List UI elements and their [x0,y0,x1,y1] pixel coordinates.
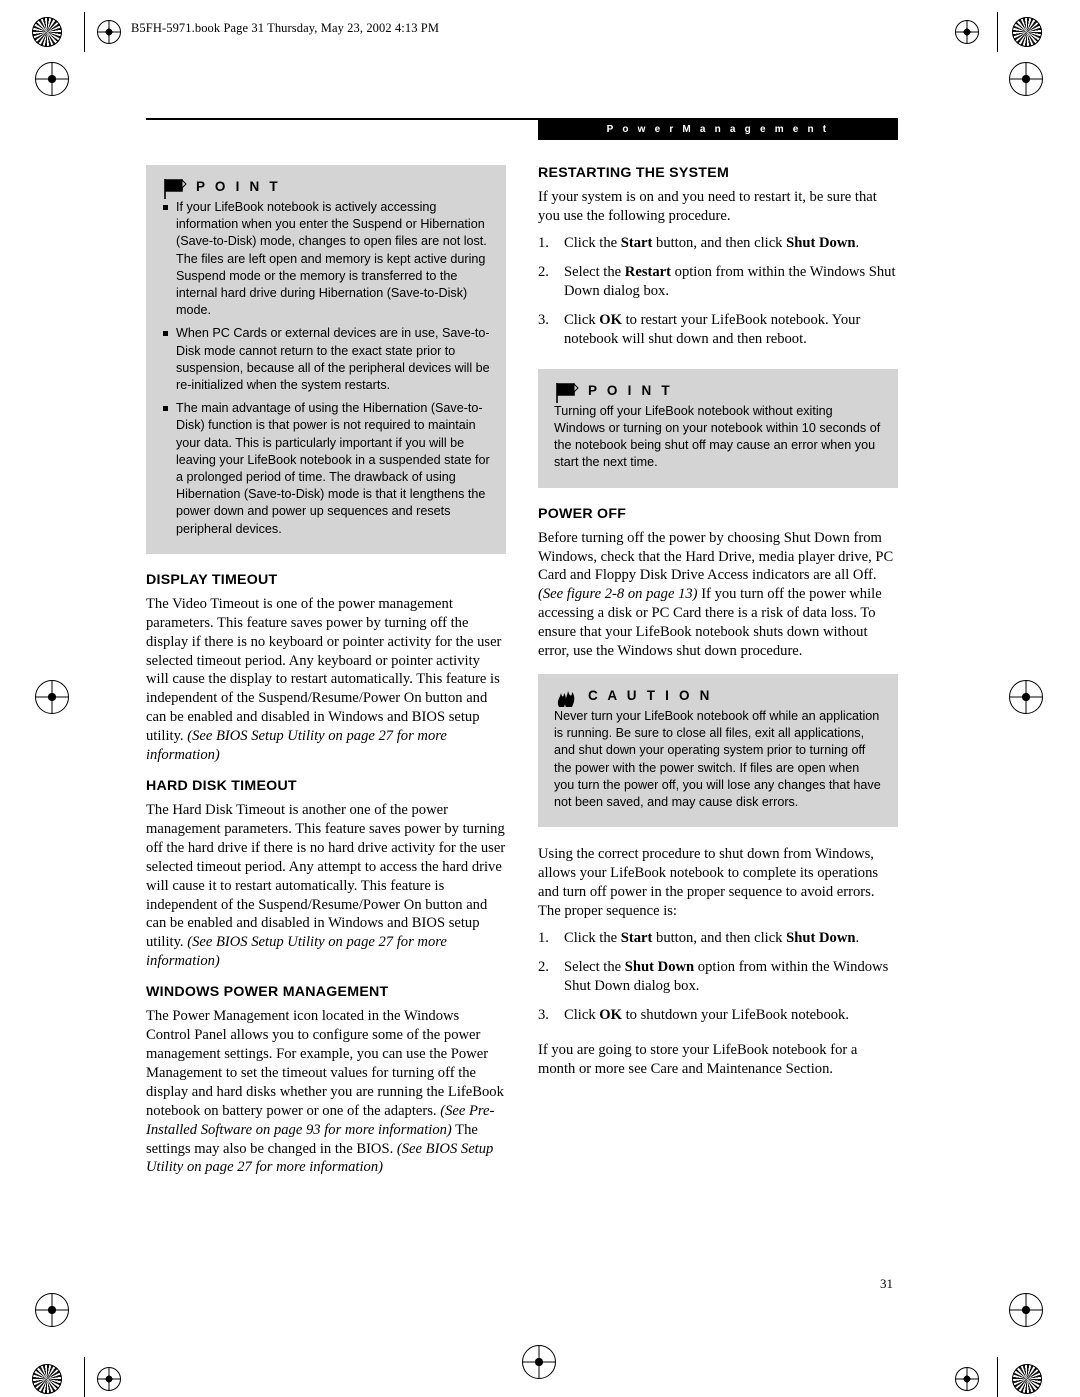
heading-windows-power-management: WINDOWS POWER MANAGEMENT [146,984,389,1001]
print-rule-top-right [997,12,998,52]
point-callout-left-header: P O I N T [162,178,490,199]
print-dial-mark-bottom-left [97,1367,121,1391]
page-number: 31 [880,1276,893,1291]
heading-display-timeout: DISPLAY TIMEOUT [146,571,278,588]
list-item: 2. Select the Shut Down option from withi… [538,958,898,996]
list-item: 3. Click OK to restart your LifeBook note… [538,311,898,349]
registration-mark-left-upper [35,62,69,96]
heading-power-off: POWER OFF [538,505,627,522]
print-swirl-mark-bottom-right [1012,1364,1042,1394]
step-text: Click the Start button, and then click S… [564,929,860,946]
point-callout-right-text: Turning off your LifeBook notebook witho… [554,403,881,470]
list-item: The main advantage of using the Hibernat… [162,400,490,538]
running-head-section-tab: P o w e r M a n a g e m e n t [538,120,898,140]
list-item: If your LifeBook notebook is actively ac… [162,199,490,319]
print-rule-bottom-right [997,1357,998,1397]
print-rule-bottom-left [84,1357,85,1397]
point-callout-right-header: P O I N T [554,382,882,403]
print-dial-mark-top-left [97,20,121,44]
step-number: 3. [538,311,549,328]
caution-callout-header: C A U T I O N [554,688,882,708]
list-item: 3. Click OK to shutdown your LifeBook not… [538,1006,898,1025]
registration-mark-right-upper [1009,62,1043,96]
registration-mark-left-middle [35,680,69,714]
print-swirl-mark-bottom-left [32,1364,62,1394]
paragraph-shutdown-sequence: Using the correct procedure to shut down… [538,846,879,919]
print-swirl-mark-top-right [1012,17,1042,47]
print-dial-mark-bottom-right [955,1367,979,1391]
print-rule-top-left [84,12,85,52]
step-number: 3. [538,1006,549,1023]
step-number: 2. [538,958,549,975]
point-flag-icon [164,178,187,199]
left-column: P O I N T If your LifeBook notebook is a… [146,165,506,1177]
paragraph-restarting-intro: If your system is on and you need to res… [538,189,877,224]
step-text: Select the Restart option from within th… [564,263,896,299]
registration-mark-right-middle [1009,680,1043,714]
caution-callout-title: C A U T I O N [588,687,713,703]
print-dial-mark-top-right [955,20,979,44]
paragraph-storage-note: If you are going to store your LifeBook … [538,1041,858,1077]
list-item: 1. Click the Start button, and then click… [538,234,898,253]
registration-mark-right-lower [1009,1293,1043,1327]
heading-hard-disk-timeout: HARD DISK TIMEOUT [146,778,297,795]
paragraph-display-timeout: The Video Timeout is one of the power ma… [146,595,502,764]
list-item: When PC Cards or external devices are in… [162,325,490,394]
caution-flame-icon [557,690,575,707]
file-header-text: B5FH-5971.book Page 31 Thursday, May 23,… [131,21,440,35]
point-callout-right: P O I N T Turning off your LifeBook note… [538,368,898,488]
step-text: Click the Start button, and then click S… [564,234,860,251]
registration-mark-left-lower [35,1293,69,1327]
caution-callout-text: Never turn your LifeBook notebook off wh… [554,708,881,809]
list-item: 2. Select the Restart option from within … [538,263,898,301]
step-number: 2. [538,263,549,280]
caution-callout: C A U T I O N Never turn your LifeBook n… [538,673,898,828]
shutdown-steps-list: 1. Click the Start button, and then click… [538,929,898,1025]
step-number: 1. [538,234,549,251]
point-callout-left-list: If your LifeBook notebook is actively ac… [162,199,490,538]
step-number: 1. [538,929,549,946]
paragraph-hard-disk-timeout: The Hard Disk Timeout is another one of … [146,802,506,970]
restart-steps-list: 1. Click the Start button, and then click… [538,234,898,349]
point-callout-left: P O I N T If your LifeBook notebook is a… [146,165,506,554]
point-flag-icon [556,382,579,403]
paragraph-windows-power-management: The Power Management icon located in the… [146,1008,504,1176]
list-item: 1. Click the Start button, and then click… [538,929,898,948]
registration-mark-bottom-center [522,1345,556,1379]
point-callout-left-title: P O I N T [196,179,281,194]
paragraph-power-off: Before turning off the power by choosing… [538,529,894,660]
step-text: Click OK to shutdown your LifeBook noteb… [564,1006,849,1023]
right-column: RESTARTING THE SYSTEM If your system is … [538,165,898,1079]
heading-restarting-the-system: RESTARTING THE SYSTEM [538,165,730,181]
print-swirl-mark-top-left [32,17,62,47]
step-text: Click OK to restart your LifeBook notebo… [564,311,861,347]
point-callout-right-title: P O I N T [588,382,673,398]
step-text: Select the Shut Down option from within … [564,958,889,994]
